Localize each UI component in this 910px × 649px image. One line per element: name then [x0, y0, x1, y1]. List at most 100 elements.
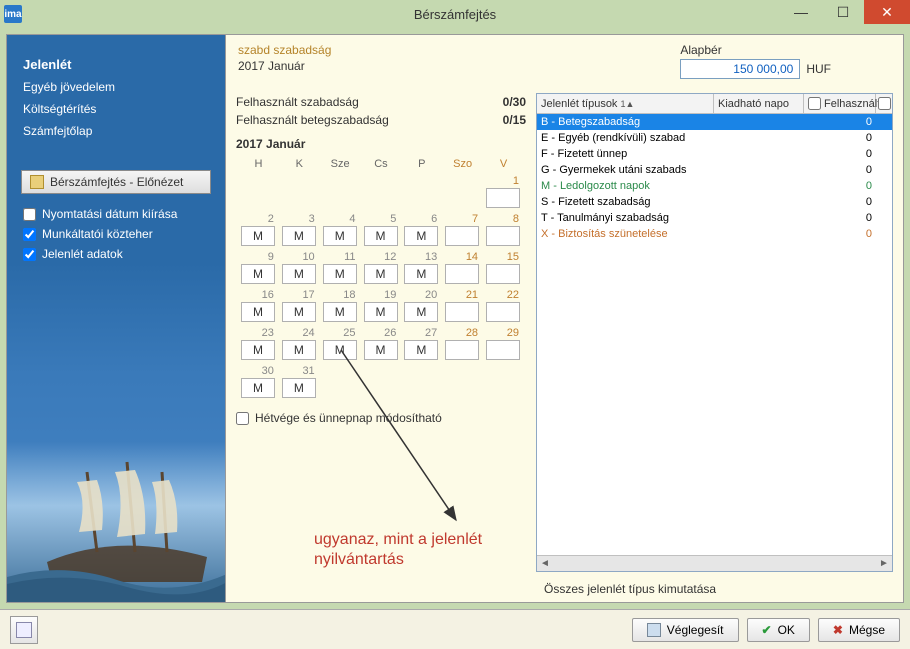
type-label: M - Ledolgozott napok: [541, 180, 710, 192]
cal-day-header: P: [403, 157, 440, 171]
day-number: 14: [445, 250, 480, 264]
day-cell[interactable]: M: [323, 264, 357, 284]
type-row[interactable]: T - Tanulmányi szabadság0: [537, 210, 892, 226]
type-label: S - Fizetett szabadság: [541, 196, 710, 208]
sidebar-checkbox-input-1[interactable]: [23, 228, 36, 241]
day-number: 16: [241, 288, 276, 302]
day-number: 31: [282, 364, 317, 378]
cancel-icon: ✖: [833, 623, 843, 637]
type-label: E - Egyéb (rendkívüli) szabad: [541, 132, 710, 144]
document-button[interactable]: [10, 616, 38, 644]
window-buttons: — ☐ ✕: [780, 0, 910, 24]
day-cell[interactable]: M: [364, 340, 398, 360]
day-number: 8: [486, 212, 521, 226]
weekend-editable-checkbox[interactable]: Hétvége és ünnepnap módosítható: [236, 411, 526, 425]
day-cell[interactable]: M: [282, 226, 316, 246]
sidebar-item-0[interactable]: Jelenlét: [7, 53, 225, 76]
sidebar-checkbox-2[interactable]: Jelenlét adatok: [7, 244, 225, 264]
day-cell[interactable]: M: [364, 226, 398, 246]
sidebar-item-3[interactable]: Számfejtőlap: [7, 120, 225, 142]
document-icon: [16, 622, 32, 638]
type-row[interactable]: E - Egyéb (rendkívüli) szabad0: [537, 130, 892, 146]
cal-day-header: H: [240, 157, 277, 171]
type-row[interactable]: S - Fizetett szabadság0: [537, 194, 892, 210]
day-cell[interactable]: M: [241, 340, 275, 360]
day-number: 7: [445, 212, 480, 226]
col-types[interactable]: Jelenlét típusok 1▲: [537, 94, 714, 113]
maximize-button[interactable]: ☐: [822, 0, 864, 24]
type-row[interactable]: M - Ledolgozott napok0: [537, 178, 892, 194]
sidebar-checkbox-label-0: Nyomtatási dátum kiírása: [42, 207, 177, 221]
sidebar-checkbox-input-2[interactable]: [23, 248, 36, 261]
scroll-left-icon[interactable]: ◄: [537, 557, 553, 571]
col-used-checkbox[interactable]: [808, 97, 821, 110]
day-cell[interactable]: M: [241, 378, 275, 398]
used-vacation-label: Felhasznált szabadság: [236, 95, 503, 109]
day-cell[interactable]: M: [364, 302, 398, 322]
preview-button[interactable]: Bérszámfejtés - Előnézet: [21, 170, 211, 194]
finalize-button[interactable]: Véglegesít: [632, 618, 739, 642]
day-cell[interactable]: M: [404, 264, 438, 284]
day-cell[interactable]: M: [364, 264, 398, 284]
day-cell[interactable]: M: [241, 226, 275, 246]
col-used[interactable]: Felhasznált: [804, 94, 876, 113]
day-cell[interactable]: [486, 264, 520, 284]
day-number: 29: [486, 326, 521, 340]
type-allowed: [710, 116, 800, 128]
day-cell[interactable]: M: [323, 340, 357, 360]
minimize-button[interactable]: —: [780, 0, 822, 24]
cancel-button[interactable]: ✖ Mégse: [818, 618, 900, 642]
day-cell[interactable]: M: [323, 302, 357, 322]
day-cell[interactable]: [486, 340, 520, 360]
day-number: 5: [364, 212, 399, 226]
day-number: 9: [241, 250, 276, 264]
day-cell[interactable]: M: [241, 302, 275, 322]
sidebar-checkbox-input-0[interactable]: [23, 208, 36, 221]
day-cell[interactable]: [486, 188, 520, 208]
sidebar-item-1[interactable]: Egyéb jövedelem: [7, 76, 225, 98]
close-button[interactable]: ✕: [864, 0, 910, 24]
sidebar-item-2[interactable]: Költségtérítés: [7, 98, 225, 120]
day-cell[interactable]: [445, 264, 479, 284]
col-allowed[interactable]: Kiadható napo: [714, 94, 804, 113]
day-number: 26: [364, 326, 399, 340]
type-row[interactable]: F - Fizetett ünnep0: [537, 146, 892, 162]
day-cell[interactable]: [486, 302, 520, 322]
day-cell[interactable]: M: [323, 226, 357, 246]
base-salary-input[interactable]: [680, 59, 800, 79]
day-cell[interactable]: M: [282, 378, 316, 398]
day-cell[interactable]: M: [282, 340, 316, 360]
day-number: 25: [323, 326, 358, 340]
check-icon: ✔: [762, 623, 772, 637]
day-cell[interactable]: M: [282, 264, 316, 284]
scroll-right-icon[interactable]: ►: [876, 557, 892, 571]
weekend-editable-input[interactable]: [236, 412, 249, 425]
ok-button[interactable]: ✔ OK: [747, 618, 810, 642]
used-vacation-value: 0/30: [503, 95, 526, 109]
col-extra[interactable]: [876, 94, 892, 113]
horizontal-scrollbar[interactable]: ◄ ►: [537, 555, 892, 571]
bottom-toolbar: Véglegesít ✔ OK ✖ Mégse: [0, 609, 910, 649]
day-cell[interactable]: [445, 340, 479, 360]
type-row[interactable]: X - Biztosítás szünetelése0: [537, 226, 892, 242]
cancel-label: Mégse: [849, 623, 885, 637]
col-extra-checkbox[interactable]: [878, 97, 891, 110]
day-cell[interactable]: [445, 302, 479, 322]
titlebar: ima Bérszámfejtés — ☐ ✕: [0, 0, 910, 28]
day-cell[interactable]: M: [404, 340, 438, 360]
sidebar-checkbox-0[interactable]: Nyomtatási dátum kiírása: [7, 204, 225, 224]
attendance-types-table: Jelenlét típusok 1▲ Kiadható napo Felhas…: [536, 93, 893, 572]
day-cell[interactable]: M: [241, 264, 275, 284]
type-row[interactable]: B - Betegszabadság0: [537, 114, 892, 130]
sidebar-checkbox-1[interactable]: Munkáltatói közteher: [7, 224, 225, 244]
day-cell[interactable]: M: [404, 302, 438, 322]
day-cell[interactable]: [486, 226, 520, 246]
type-row[interactable]: G - Gyermekek utáni szabads0: [537, 162, 892, 178]
day-cell[interactable]: [445, 226, 479, 246]
day-number: 24: [282, 326, 317, 340]
content-area: JelenlétEgyéb jövedelemKöltségtérítésSzá…: [0, 28, 910, 609]
day-cell[interactable]: M: [404, 226, 438, 246]
day-cell[interactable]: M: [282, 302, 316, 322]
used-sick-value: 0/15: [503, 113, 526, 127]
day-number: 30: [241, 364, 276, 378]
